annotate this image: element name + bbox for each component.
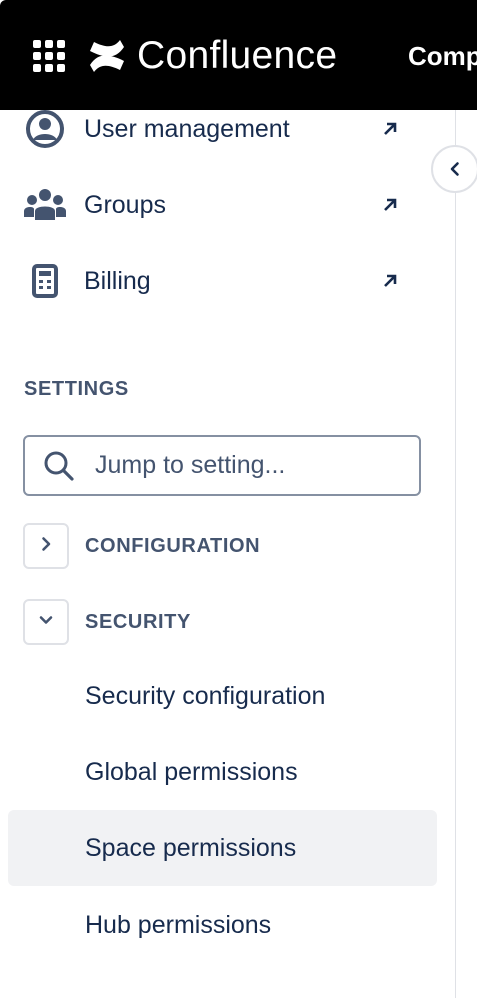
- people-group-icon: [20, 183, 70, 227]
- arrow-up-right-icon: [378, 193, 402, 217]
- group-label: SECURITY: [85, 610, 191, 633]
- settings-group-security[interactable]: SECURITY: [23, 599, 423, 645]
- sidebar-item-label: Groups: [84, 190, 166, 219]
- collapse-toggle[interactable]: [23, 599, 69, 645]
- sidebar-divider: [455, 110, 456, 998]
- collapse-sidebar-button[interactable]: [431, 145, 477, 193]
- search-input[interactable]: [95, 451, 395, 480]
- app-switcher-button[interactable]: [32, 39, 66, 73]
- search-icon: [43, 450, 75, 482]
- calculator-icon: [20, 259, 70, 303]
- chevron-right-icon: [38, 536, 54, 557]
- settings-item-label: Space permissions: [85, 833, 297, 862]
- confluence-logo-link[interactable]: Confluence: [88, 33, 337, 79]
- app-name: Confluence: [137, 34, 338, 77]
- sidebar-item-user-management[interactable]: User management: [20, 101, 412, 157]
- confluence-logo-icon: [88, 39, 126, 73]
- settings-item-global-permissions[interactable]: Global permissions: [8, 734, 437, 810]
- jump-to-setting-search[interactable]: [23, 435, 421, 496]
- settings-item-space-permissions[interactable]: Space permissions: [8, 810, 437, 886]
- settings-item-hub-permissions[interactable]: Hub permissions: [8, 887, 437, 963]
- sidebar-item-label: Billing: [84, 266, 151, 295]
- app-switcher-grid-icon: [32, 39, 66, 73]
- settings-item-label: Global permissions: [85, 757, 298, 786]
- arrow-up-right-icon: [378, 269, 402, 293]
- settings-section-heading: SETTINGS: [24, 378, 129, 400]
- group-label: CONFIGURATION: [85, 534, 261, 557]
- chevron-down-icon: [38, 612, 54, 633]
- expand-toggle[interactable]: [23, 523, 69, 569]
- sidebar-item-label: User management: [84, 114, 290, 143]
- settings-item-label: Security configuration: [85, 681, 326, 710]
- top-navigation-bar: Confluence Comp: [0, 0, 477, 110]
- user-circle-icon: [20, 107, 70, 151]
- settings-item-security-configuration[interactable]: Security configuration: [8, 658, 437, 734]
- sidebar-item-groups[interactable]: Groups: [20, 177, 412, 233]
- sidebar-item-billing[interactable]: Billing: [20, 253, 412, 309]
- top-nav-item-truncated[interactable]: Comp: [408, 38, 477, 74]
- settings-group-configuration[interactable]: CONFIGURATION: [23, 523, 423, 569]
- settings-item-label: Hub permissions: [85, 910, 272, 939]
- arrow-up-right-icon: [378, 117, 402, 141]
